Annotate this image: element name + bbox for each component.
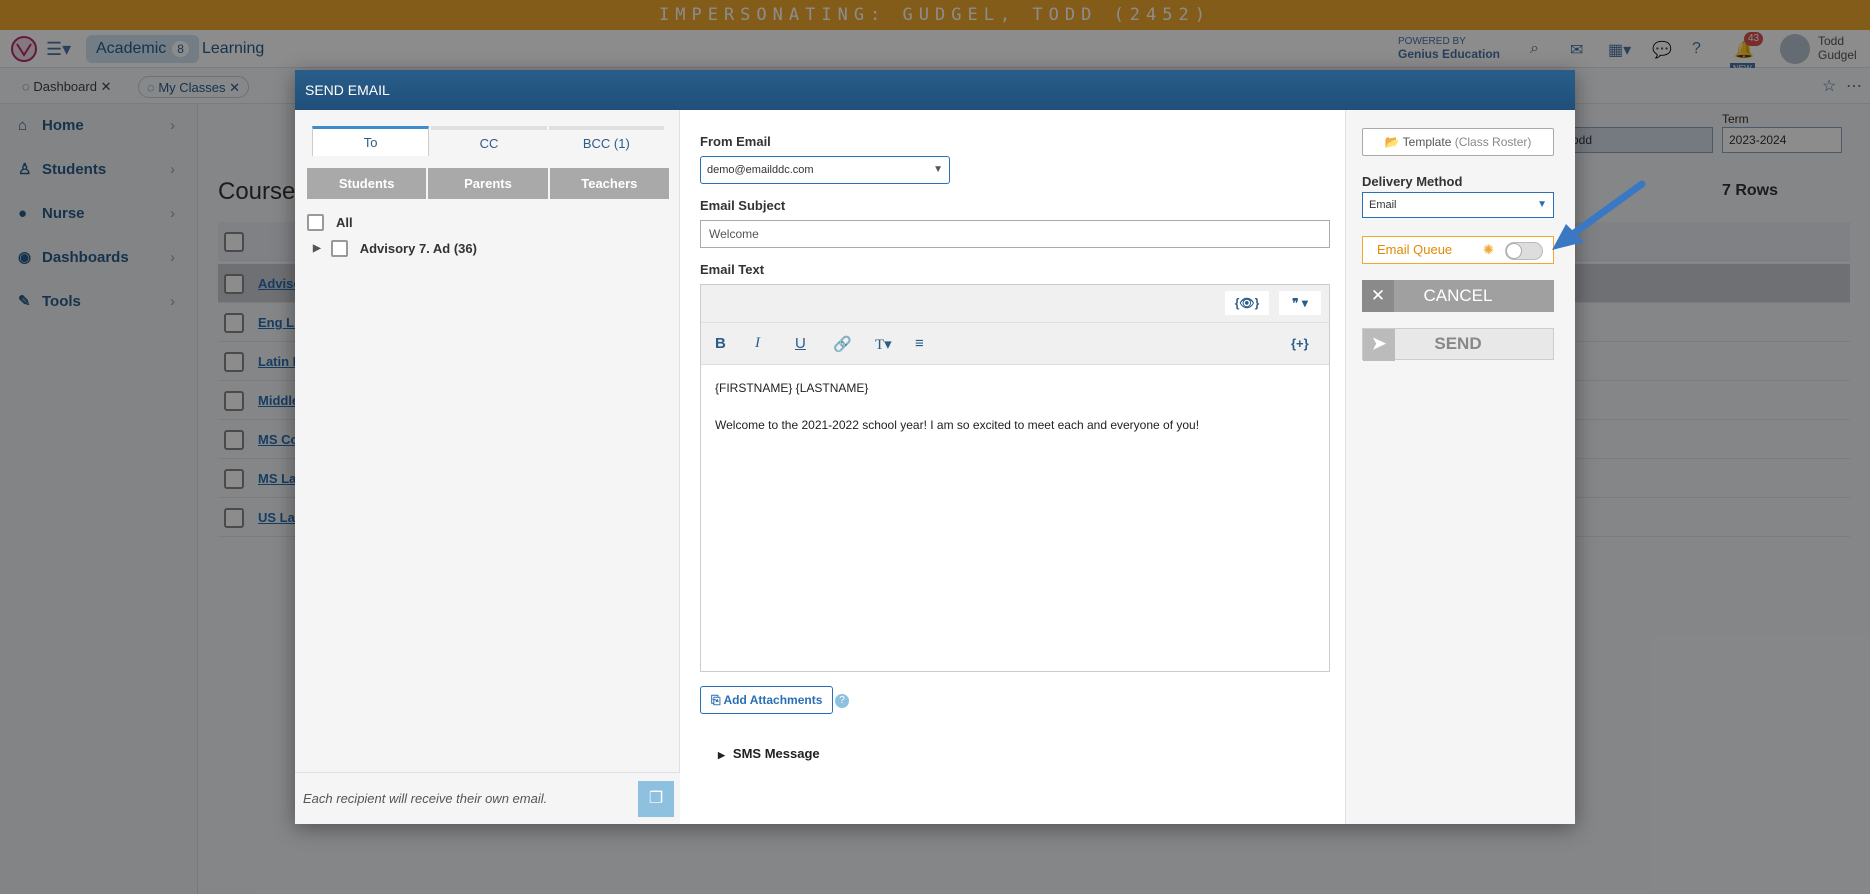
tab-cc[interactable]: CC [431,126,547,156]
underline-icon[interactable]: U [795,335,806,352]
annotation-arrow-icon [1552,180,1646,250]
from-email-select[interactable]: demo@emailddc.com ▼ [700,156,950,184]
all-checkbox[interactable] [307,214,324,231]
template-sub: (Class Roster) [1454,135,1532,149]
lightbulb-icon: ✺ [1483,242,1494,257]
email-body[interactable]: {FIRSTNAME} {LASTNAME} Welcome to the 20… [701,365,1329,449]
caret-right-icon: ▶ [718,750,725,760]
chevron-down-icon: ▼ [1537,199,1547,210]
email-form: From Email demo@emailddc.com ▼ Email Subj… [700,110,1340,824]
preview-button[interactable]: {👁} [1225,291,1269,315]
from-email-label: From Email [700,134,771,149]
text-size-icon[interactable]: T▾ [875,335,892,354]
tab-bcc[interactable]: BCC (1) [548,126,664,156]
align-icon[interactable]: ≡ [915,335,924,352]
link-icon[interactable]: 🔗 [833,335,852,353]
recipient-tabs: To CC BCC (1) [311,126,665,156]
editor-toolbar-format: B I U 🔗 T▾ ≡ {+} [701,323,1329,365]
insert-field-button[interactable]: {+} [1291,336,1309,351]
help-icon[interactable]: ? [835,694,849,708]
dialog-title: SEND EMAIL [295,70,1575,110]
students-button[interactable]: Students [307,168,427,199]
parents-button[interactable]: Parents [428,168,548,199]
send-button[interactable]: ➤ SEND [1362,328,1554,361]
actions-panel: 📂 Template (Class Roster) Delivery Metho… [1345,110,1575,824]
send-label: SEND [1434,334,1482,353]
paperclip-icon: ⎘ [711,693,721,707]
all-label: All [336,215,353,230]
body-line-2: Welcome to the 2021-2022 school year! I … [715,418,1200,432]
add-attachments-button[interactable]: ⎘ Add Attachments [700,686,834,714]
body-line-1: {FIRSTNAME} {LASTNAME} [715,381,869,395]
tab-to[interactable]: To [312,126,430,156]
template-button[interactable]: 📂 Template (Class Roster) [1362,128,1554,156]
group-buttons: Students Parents Teachers [307,168,669,199]
email-editor: {👁} ❞ ▾ B I U 🔗 T▾ ≡ {+} {FIRSTNAME} {LA… [700,284,1330,672]
copy-icon[interactable]: ❐ [638,781,674,817]
cancel-label: CANCEL [1423,286,1493,305]
sms-label: SMS Message [732,746,820,761]
email-subject-label: Email Subject [700,198,786,213]
attach-label: Add Attachments [723,693,823,707]
chevron-down-icon: ▼ [933,164,943,175]
group-checkbox[interactable] [330,240,348,257]
group-row: ▶ Advisory 7. Ad (36) [313,240,477,257]
send-email-dialog: SEND EMAIL To CC BCC (1) Students Parent… [295,70,1575,824]
recipients-panel: To CC BCC (1) Students Parents Teachers … [295,110,680,824]
from-email-value: demo@emailddc.com [707,164,814,176]
all-row: All [307,214,353,231]
cancel-button[interactable]: ✕ CANCEL [1362,280,1554,312]
footer-note: Each recipient will receive their own em… [303,791,548,806]
delivery-method-label: Delivery Method [1362,174,1463,189]
email-subject-input[interactable]: Welcome [700,220,1330,248]
recipients-footer: Each recipient will receive their own em… [295,772,680,824]
editor-toolbar-top: {👁} ❞ ▾ [701,285,1329,323]
bold-icon[interactable]: B [715,335,726,352]
expand-icon[interactable]: ▶ [313,243,321,254]
toggle-knob [1506,243,1522,259]
quote-button[interactable]: ❞ ▾ [1279,291,1321,315]
email-text-label: Email Text [700,262,765,277]
group-label: Advisory 7. Ad (36) [359,241,477,256]
email-queue-toggle-box: Email Queue ✺ [1362,236,1554,264]
email-queue-label: Email Queue [1377,242,1453,257]
paper-plane-icon: ➤ [1363,329,1395,361]
delivery-method-select[interactable]: Email ▼ [1362,192,1554,218]
sms-toggle[interactable]: ▶ SMS Message [718,746,820,761]
template-label: Template [1402,135,1452,149]
italic-icon[interactable]: I [755,335,760,352]
email-queue-toggle[interactable] [1505,242,1543,260]
close-icon: ✕ [1362,280,1394,312]
folder-icon: 📂 [1384,135,1400,149]
delivery-method-value: Email [1369,199,1397,211]
teachers-button[interactable]: Teachers [549,168,669,199]
